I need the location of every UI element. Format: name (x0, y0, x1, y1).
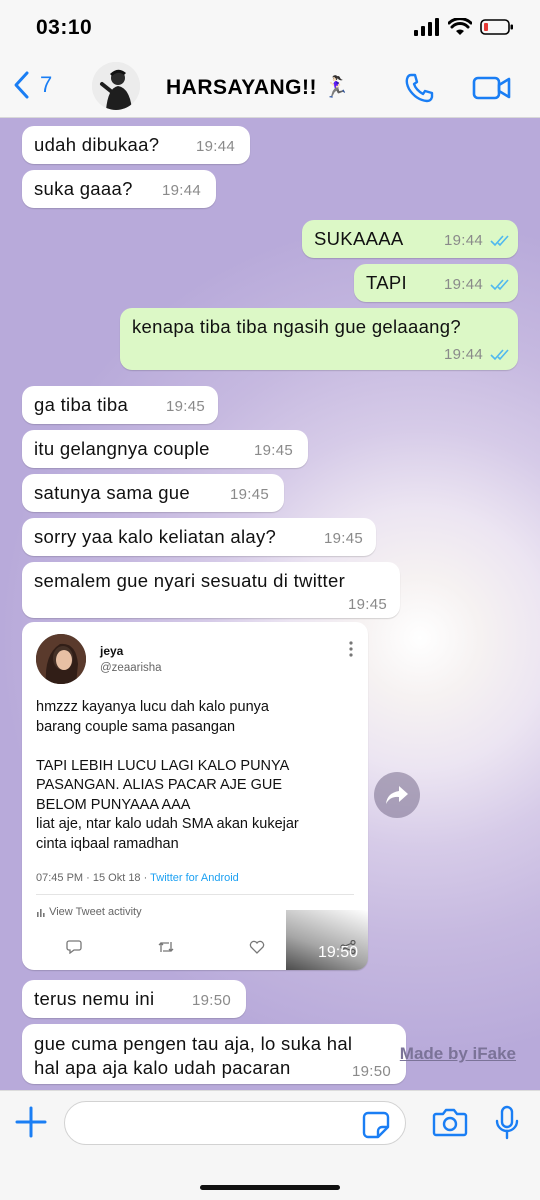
tweet-author-name: jeya (100, 644, 124, 658)
message-text: TAPI (366, 272, 407, 293)
tweet-avatar (36, 634, 86, 684)
contact-photo (92, 62, 140, 110)
message-time: 19:50 (352, 1063, 392, 1080)
wifi-icon (448, 18, 472, 35)
message-text: udah dibukaa? (34, 134, 160, 155)
status-time: 03:10 (36, 16, 93, 39)
message-text: semalem gue nyari sesuatu di twitter (34, 570, 346, 591)
message-text: suka gaaa? (34, 178, 133, 199)
message-incoming[interactable]: sorry yaa kalo keliatan alay? 19:45 (22, 518, 376, 556)
read-ticks-icon (490, 235, 509, 247)
more-vertical-icon (349, 641, 353, 657)
battery-icon (480, 19, 513, 35)
analytics-icon (37, 909, 45, 918)
home-indicator (200, 1185, 340, 1190)
unread-count: 7 (40, 72, 53, 97)
image-message[interactable]: jeya @zeaarisha hmzzz kayanya lucu dah k… (22, 622, 368, 970)
phone-icon[interactable] (404, 72, 436, 104)
message-text-line1: gue cuma pengen tau aja, lo suka hal (34, 1033, 353, 1054)
tweet-author-handle: @zeaarisha (100, 662, 162, 674)
chat-area[interactable]: udah dibukaa? 19:44 suka gaaa? 19:44 SUK… (0, 118, 540, 1090)
message-text: kenapa tiba tiba ngasih gue gelaaang? (132, 316, 461, 337)
message-time: 19:44 (444, 276, 484, 293)
message-outgoing[interactable]: TAPI 19:44 (354, 264, 518, 302)
read-ticks-icon (490, 349, 509, 361)
video-call-icon[interactable] (472, 72, 512, 104)
tweet-date: 07:45 PM · 15 Okt 18 · (36, 872, 151, 884)
message-time: 19:50 (317, 944, 358, 961)
message-incoming[interactable]: udah dibukaa? 19:44 (22, 126, 250, 164)
message-text: satunya sama gue (34, 482, 190, 503)
divider (36, 894, 354, 895)
message-incoming[interactable]: gue cuma pengen tau aja, lo suka hal hal… (22, 1024, 406, 1084)
tweet-activity: View Tweet activity (36, 906, 142, 918)
message-text: itu gelangnya couple (34, 438, 210, 459)
status-bar: 03:10 (0, 0, 540, 58)
message-incoming[interactable]: itu gelangnya couple 19:45 (22, 430, 308, 468)
message-text: ga tiba tiba (34, 394, 129, 415)
camera-icon[interactable] (432, 1107, 468, 1137)
message-time: 19:44 (444, 346, 484, 363)
back-button[interactable]: 7 (12, 70, 52, 100)
status-icons (414, 18, 514, 36)
message-time: 19:50 (192, 992, 232, 1009)
reply-icon (66, 940, 82, 954)
microphone-icon[interactable] (494, 1105, 520, 1141)
chevron-left-icon (14, 71, 29, 99)
message-incoming[interactable]: suka gaaa? 19:44 (22, 170, 216, 208)
read-ticks-icon (490, 279, 509, 291)
message-text: sorry yaa kalo keliatan alay? (34, 526, 277, 547)
tweet-activity-label: View Tweet activity (49, 906, 142, 918)
tweet-source: Twitter for Android (150, 872, 239, 884)
watermark: Made by iFake (399, 1044, 516, 1063)
message-time: 19:44 (162, 182, 202, 199)
signal-icon (414, 18, 439, 36)
contact-avatar[interactable] (92, 62, 140, 110)
message-input[interactable] (64, 1101, 406, 1145)
forward-arrow-icon (386, 786, 408, 804)
message-time: 19:45 (166, 398, 206, 415)
message-incoming[interactable]: ga tiba tiba 19:45 (22, 386, 218, 424)
message-time: 19:45 (348, 596, 388, 613)
sticker-icon[interactable] (362, 1111, 390, 1139)
message-time: 19:44 (444, 232, 484, 249)
contact-name[interactable]: HARSAYANG!! 🏃🏻‍♀️ (166, 76, 350, 100)
message-time: 19:45 (254, 442, 294, 459)
message-time: 19:45 (230, 486, 270, 503)
input-bar (0, 1090, 540, 1200)
tweet-text: hmzzz kayanya lucu dah kalo punya barang… (36, 699, 299, 852)
tweet-meta: 07:45 PM · 15 Okt 18 · Twitter for Andro… (36, 872, 239, 884)
like-icon (250, 940, 265, 954)
retweet-icon (158, 942, 174, 952)
message-incoming[interactable]: satunya sama gue 19:45 (22, 474, 284, 512)
message-outgoing[interactable]: SUKAAAA 19:44 (302, 220, 518, 258)
message-incoming[interactable]: terus nemu ini 19:50 (22, 980, 246, 1018)
message-text-line2: hal apa aja kalo udah pacaran (34, 1057, 291, 1078)
message-time: 19:44 (196, 138, 236, 155)
message-time: 19:45 (324, 530, 364, 547)
chat-header: 7 HARSAYANG!! 🏃🏻‍♀️ (0, 58, 540, 118)
tweet-profile-photo (36, 634, 86, 684)
message-text: SUKAAAA (314, 228, 404, 249)
forward-button[interactable] (374, 772, 420, 818)
message-incoming[interactable]: semalem gue nyari sesuatu di twitter 19:… (22, 562, 400, 618)
plus-icon[interactable] (14, 1105, 48, 1139)
message-text: terus nemu ini (34, 988, 155, 1009)
message-outgoing[interactable]: kenapa tiba tiba ngasih gue gelaaang? 19… (120, 308, 518, 370)
